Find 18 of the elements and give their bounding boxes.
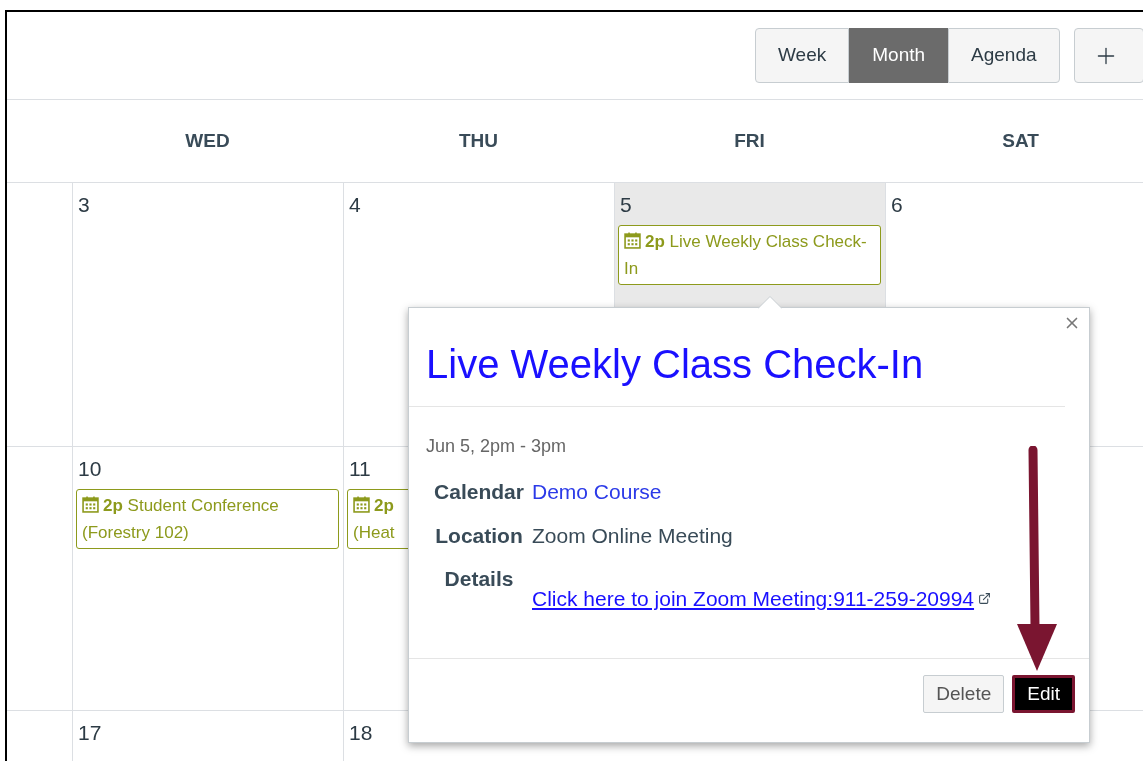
date-number: 10: [78, 457, 102, 480]
weekday-header: WED: [185, 128, 230, 153]
field-label: Details: [443, 566, 515, 592]
event-time: Jun 5, 2pm - 3pm: [426, 435, 568, 458]
date-number: 3: [78, 193, 90, 216]
date-number: 17: [78, 721, 102, 744]
date-number: 4: [349, 193, 361, 216]
field-label: Location: [434, 522, 524, 549]
weekday-header: SAT: [1002, 128, 1039, 153]
date-number: 5: [620, 193, 632, 216]
date-number: 18: [349, 721, 373, 744]
field-value: Zoom Online Meeting: [532, 522, 734, 549]
weekday-header: THU: [458, 128, 499, 153]
field-label: Calendar: [433, 479, 525, 505]
date-number: 11: [349, 457, 371, 480]
event-title: Live Weekly Class Check-In: [426, 342, 924, 386]
weekday-header: FRI: [734, 128, 765, 153]
date-number: 6: [891, 193, 903, 216]
